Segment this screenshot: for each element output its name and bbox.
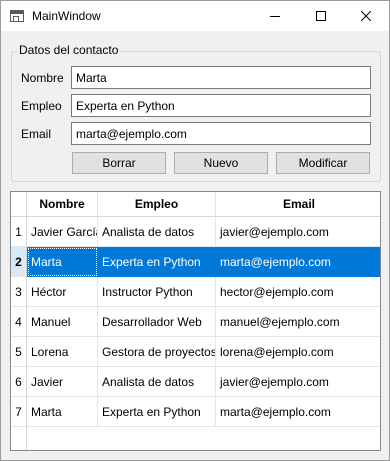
cell-email[interactable]: hector@ejemplo.com	[216, 277, 380, 307]
row-header[interactable]: 7	[11, 397, 27, 427]
email-input[interactable]	[71, 122, 371, 145]
cell-nombre[interactable]: Lorena	[27, 337, 98, 367]
minimize-icon	[270, 16, 280, 17]
email-label: Email	[21, 127, 52, 141]
name-label: Nombre	[21, 71, 64, 85]
cell-email[interactable]: marta@ejemplo.com	[216, 397, 380, 427]
row-header[interactable]: 4	[11, 307, 27, 337]
cell-empleo[interactable]: Instructor Python	[98, 277, 216, 307]
cell-email[interactable]: javier@ejemplo.com	[216, 367, 380, 397]
cell-empleo[interactable]: Experta en Python	[98, 397, 216, 427]
row-header[interactable]: 5	[11, 337, 27, 367]
cell-empleo[interactable]: Experta en Python	[98, 247, 216, 277]
cell-email[interactable]: javier@ejemplo.com	[216, 217, 380, 247]
row-header[interactable]: 6	[11, 367, 27, 397]
job-label: Empleo	[21, 99, 62, 113]
cell-empleo[interactable]: Gestora de proyectos	[98, 337, 216, 367]
main-window: MainWindow Datos del contacto Nombre Emp…	[0, 0, 390, 461]
app-window-icon	[10, 10, 24, 22]
cell-nombre[interactable]: Manuel	[27, 307, 98, 337]
modify-button[interactable]: Modificar	[276, 152, 370, 174]
cell-empleo[interactable]: Analista de datos	[98, 367, 216, 397]
maximize-icon	[316, 11, 326, 21]
contact-group-title: Datos del contacto	[17, 43, 121, 57]
row-header[interactable]: 3	[11, 277, 27, 307]
delete-button[interactable]: Borrar	[72, 152, 166, 174]
cell-nombre[interactable]: Javier García	[27, 217, 98, 247]
row-header[interactable]: 2	[11, 247, 27, 277]
cell-nombre[interactable]: Javier	[27, 367, 98, 397]
name-input[interactable]	[71, 66, 371, 89]
maximize-button[interactable]	[298, 1, 344, 31]
row-header-filler	[11, 427, 27, 450]
cell-email[interactable]: marta@ejemplo.com	[216, 247, 380, 277]
cell-email[interactable]: manuel@ejemplo.com	[216, 307, 380, 337]
column-header-nombre[interactable]: Nombre	[27, 192, 98, 217]
contacts-table[interactable]: Nombre Empleo Email 1 Javier García Anal…	[10, 191, 381, 451]
table-corner-button[interactable]	[11, 192, 27, 217]
job-input[interactable]	[71, 94, 371, 117]
column-header-email[interactable]: Email	[216, 192, 380, 217]
cell-nombre[interactable]: Marta	[27, 397, 98, 427]
new-button[interactable]: Nuevo	[174, 152, 268, 174]
close-button[interactable]	[343, 1, 389, 31]
window-title: MainWindow	[32, 9, 101, 23]
row-header[interactable]: 1	[11, 217, 27, 247]
cell-empleo[interactable]: Desarrollador Web	[98, 307, 216, 337]
cell-nombre[interactable]: Marta	[27, 247, 98, 277]
column-header-empleo[interactable]: Empleo	[98, 192, 216, 217]
close-icon	[361, 11, 371, 21]
cell-email[interactable]: lorena@ejemplo.com	[216, 337, 380, 367]
minimize-button[interactable]	[252, 1, 298, 31]
cell-nombre[interactable]: Héctor	[27, 277, 98, 307]
cell-empleo[interactable]: Analista de datos	[98, 217, 216, 247]
title-bar[interactable]: MainWindow	[1, 1, 389, 31]
